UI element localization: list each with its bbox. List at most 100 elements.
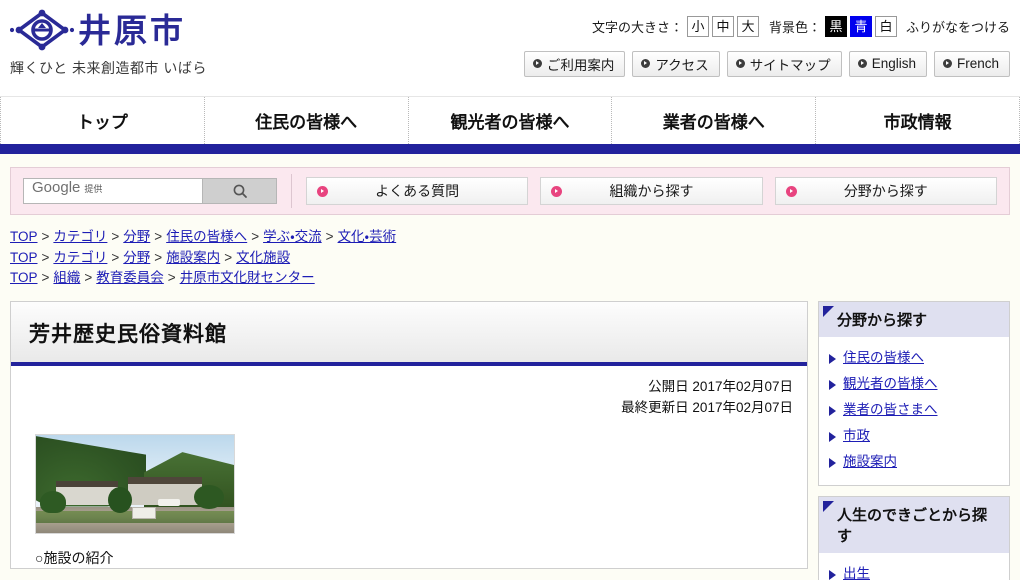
play-bullet-icon — [641, 59, 651, 68]
breadcrumb-link[interactable]: 学ぶ・交流 — [263, 229, 322, 244]
site-header: 井原市 輝くひと 未来創造都市 いばら 文字の大きさ： 小 中 大 背景色： 黒… — [0, 0, 1020, 96]
furigana-toggle[interactable]: ふりがなをつける — [906, 17, 1010, 36]
bg-color-black-button[interactable]: 黒 — [824, 16, 847, 37]
quick-links: よくある質問 組織から探す 分野から探す — [306, 177, 997, 205]
sidebar-item-city-admin[interactable]: 市政 — [829, 423, 999, 449]
facility-photo — [35, 433, 235, 534]
breadcrumb-link[interactable]: 分野 — [123, 229, 150, 244]
quick-link-label: よくある質問 — [375, 183, 460, 199]
accessibility-controls: 文字の大きさ： 小 中 大 背景色： 黒 青 白 ふりがなをつける — [592, 16, 1010, 37]
font-size-label: 文字の大きさ： — [591, 20, 683, 35]
updated-row: 最終更新日 2017年02月07日 — [11, 397, 793, 418]
util-button-access[interactable]: アクセス — [632, 51, 720, 77]
page-title-band: 芳井歴史民俗資料館 — [11, 301, 807, 366]
sidebar-box-title: 人生のできごとから探す — [819, 496, 1009, 553]
photo-signboard — [132, 506, 156, 519]
breadcrumb-separator: > — [251, 229, 260, 244]
breadcrumb-link[interactable]: 住民の皆様へ — [166, 229, 247, 244]
font-size-medium-button[interactable]: 中 — [711, 16, 734, 37]
play-bullet-icon — [785, 186, 797, 197]
breadcrumb-link[interactable]: 文化・芸術 — [338, 229, 397, 244]
date-info: 公開日 2017年02月07日 最終更新日 2017年02月07日 — [11, 366, 807, 418]
search-input[interactable]: Google 提供 — [23, 178, 203, 204]
breadcrumb-link[interactable]: 教育委員会 — [96, 270, 164, 285]
play-bullet-icon — [532, 59, 542, 68]
nav-item-top[interactable]: トップ — [0, 97, 205, 144]
nav-item-residents[interactable]: 住民の皆様へ — [205, 97, 409, 144]
play-bullet-icon — [857, 59, 867, 68]
breadcrumb-link[interactable]: 分野 — [123, 250, 150, 265]
util-button-label: サイトマップ — [749, 57, 831, 73]
util-button-french[interactable]: French — [933, 51, 1010, 77]
breadcrumb-separator: > — [41, 270, 50, 285]
breadcrumb-separator: > — [111, 229, 120, 244]
breadcrumb-separator: > — [154, 249, 163, 265]
search-placeholder-sup: 提供 — [84, 184, 103, 194]
sidebar-item-residents[interactable]: 住民の皆様へ — [829, 345, 999, 371]
breadcrumb-separator: > — [224, 249, 233, 265]
photo-tree — [194, 484, 224, 509]
breadcrumb-link[interactable]: 文化施設 — [236, 250, 290, 265]
util-button-label: アクセス — [655, 57, 709, 73]
breadcrumb-link[interactable]: TOP — [10, 250, 38, 265]
sidebar-box-by-field: 分野から探す 住民の皆様へ 観光者の皆様へ 業者の皆さまへ 市政 施設案内 — [818, 300, 1010, 486]
sidebar-item-business[interactable]: 業者の皆さまへ — [829, 397, 999, 423]
util-button-guide[interactable]: ご利用案内 — [523, 51, 626, 77]
sidebar-item-facilities[interactable]: 施設案内 — [829, 449, 999, 475]
published-label: 公開日 — [648, 378, 689, 394]
search-button[interactable] — [203, 178, 277, 204]
search-placeholder: Google — [32, 179, 81, 196]
nav-accent-bar — [0, 144, 1020, 154]
nav-item-city-info[interactable]: 市政情報 — [816, 97, 1020, 144]
section-heading: ○施設の紹介 — [35, 549, 114, 566]
util-button-label: ご利用案内 — [546, 57, 615, 73]
ibara-city-crest-icon — [10, 9, 74, 51]
util-button-label: French — [956, 56, 999, 71]
site-tagline: 輝くひと 未来創造都市 いばら — [10, 60, 207, 76]
quick-link-label: 組織から探す — [609, 183, 694, 199]
font-size-small-button[interactable]: 小 — [686, 16, 709, 37]
sidebar-item-tourists[interactable]: 観光者の皆様へ — [829, 371, 999, 397]
photo-tree — [40, 490, 66, 513]
breadcrumb-link[interactable]: 組織 — [53, 270, 80, 285]
quick-link-by-field[interactable]: 分野から探す — [774, 177, 997, 205]
published-row: 公開日 2017年02月07日 — [11, 376, 793, 397]
font-size-large-button[interactable]: 大 — [736, 16, 759, 37]
page-columns: 芳井歴史民俗資料館 公開日 2017年02月07日 最終更新日 2017年02月… — [0, 289, 1020, 580]
breadcrumb-separator: > — [41, 229, 50, 244]
breadcrumb-link[interactable]: TOP — [10, 229, 38, 244]
breadcrumb-link[interactable]: カテゴリ — [53, 229, 107, 244]
bg-color-white-button[interactable]: 白 — [874, 16, 897, 37]
search-icon — [233, 184, 247, 198]
breadcrumb-link[interactable]: 施設案内 — [166, 250, 220, 265]
bg-color-blue-button[interactable]: 青 — [849, 16, 872, 37]
breadcrumb-row: TOP > 組織 > 教育委員会 > 井原市文化財センター — [10, 268, 1020, 289]
quick-link-faq[interactable]: よくある質問 — [306, 177, 529, 205]
published-date: 2017年02月07日 — [692, 378, 793, 394]
breadcrumb: TOP > カテゴリ > 分野 > 住民の皆様へ > 学ぶ・交流 > 文化・芸術 TOP > カテゴリ >… — [0, 215, 1020, 289]
site-logo[interactable]: 井原市 — [10, 6, 186, 54]
sidebar-box-body: 住民の皆様へ 観光者の皆様へ 業者の皆さまへ 市政 施設案内 — [819, 337, 1009, 485]
nav-item-business[interactable]: 業者の皆様へ — [612, 97, 817, 144]
breadcrumb-link[interactable]: TOP — [10, 270, 38, 285]
sidebar-item-birth[interactable]: 出生 — [829, 561, 999, 580]
breadcrumb-separator: > — [84, 270, 93, 285]
play-bullet-icon — [735, 59, 745, 68]
quick-link-label: 分野から探す — [843, 183, 928, 199]
util-button-english[interactable]: English — [848, 51, 927, 77]
breadcrumb-link[interactable]: カテゴリ — [53, 250, 107, 265]
breadcrumb-link[interactable]: 井原市文化財センター — [180, 270, 315, 285]
breadcrumb-separator: > — [325, 229, 334, 244]
main-content: 芳井歴史民俗資料館 公開日 2017年02月07日 最終更新日 2017年02月… — [10, 300, 808, 569]
quick-link-by-organization[interactable]: 組織から探す — [540, 177, 763, 205]
breadcrumb-separator: > — [154, 229, 163, 244]
google-search: Google 提供 — [23, 178, 277, 204]
breadcrumb-row: TOP > カテゴリ > 分野 > 住民の皆様へ > 学ぶ・交流 > 文化・芸術 — [10, 227, 1020, 248]
breadcrumb-separator: > — [111, 249, 120, 265]
updated-date: 2017年02月07日 — [692, 399, 793, 415]
sidebar-box-body: 出生 — [819, 553, 1009, 580]
site-name: 井原市 — [78, 11, 186, 49]
utility-nav: ご利用案内 アクセス サイトマップ English French — [523, 51, 1010, 77]
util-button-sitemap[interactable]: サイトマップ — [726, 51, 842, 77]
nav-item-tourists[interactable]: 観光者の皆様へ — [409, 97, 613, 144]
